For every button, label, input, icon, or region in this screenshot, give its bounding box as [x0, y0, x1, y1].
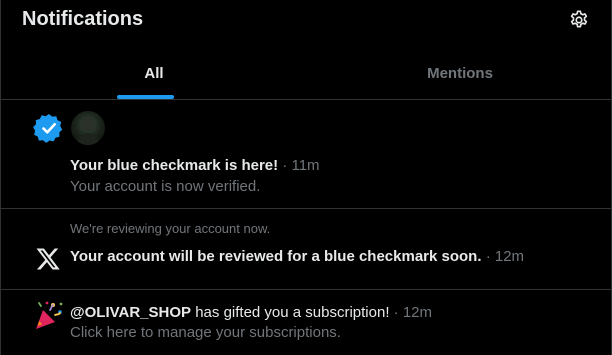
username-link[interactable]: @OLIVAR_SHOP — [70, 304, 191, 321]
timestamp: 12m — [494, 248, 525, 265]
notifications-panel: Notifications All Mentions Your blue che… — [0, 0, 612, 355]
tab-mentions[interactable]: Mentions — [307, 46, 612, 99]
manage-subscriptions-link[interactable]: Click here to manage your subscriptions. — [70, 324, 341, 341]
notification-text: Your account will be reviewed for a blue… — [70, 248, 525, 265]
gear-icon[interactable] — [568, 9, 590, 31]
tab-all-label: All — [144, 65, 164, 82]
notification-item[interactable]: We're reviewing your account now. Your a… — [1, 209, 611, 290]
notification-subtitle: Your account is now verified. — [70, 178, 261, 195]
header: Notifications — [1, 0, 611, 40]
notification-item[interactable]: Your blue checkmark is here! · 11m Your … — [1, 100, 611, 209]
timestamp: 12m — [402, 304, 433, 321]
tab-all[interactable]: All — [1, 46, 307, 99]
notification-item[interactable]: @OLIVAR_SHOP has gifted you a subscripti… — [1, 290, 611, 355]
x-logo-icon — [36, 248, 60, 270]
notification-preface: We're reviewing your account now. — [70, 221, 271, 236]
avatar-image — [77, 117, 99, 145]
page-title: Notifications — [22, 8, 144, 30]
notification-text: Your blue checkmark is here! · 11m — [70, 157, 320, 174]
party-popper-icon — [36, 301, 63, 329]
notification-text: @OLIVAR_SHOP has gifted you a subscripti… — [70, 304, 433, 321]
avatar[interactable] — [71, 111, 105, 145]
timestamp: 11m — [291, 157, 320, 174]
tab-mentions-label: Mentions — [427, 65, 493, 82]
tab-bar: All Mentions — [1, 46, 611, 100]
active-tab-indicator — [117, 95, 174, 99]
verified-badge-icon — [33, 114, 63, 143]
